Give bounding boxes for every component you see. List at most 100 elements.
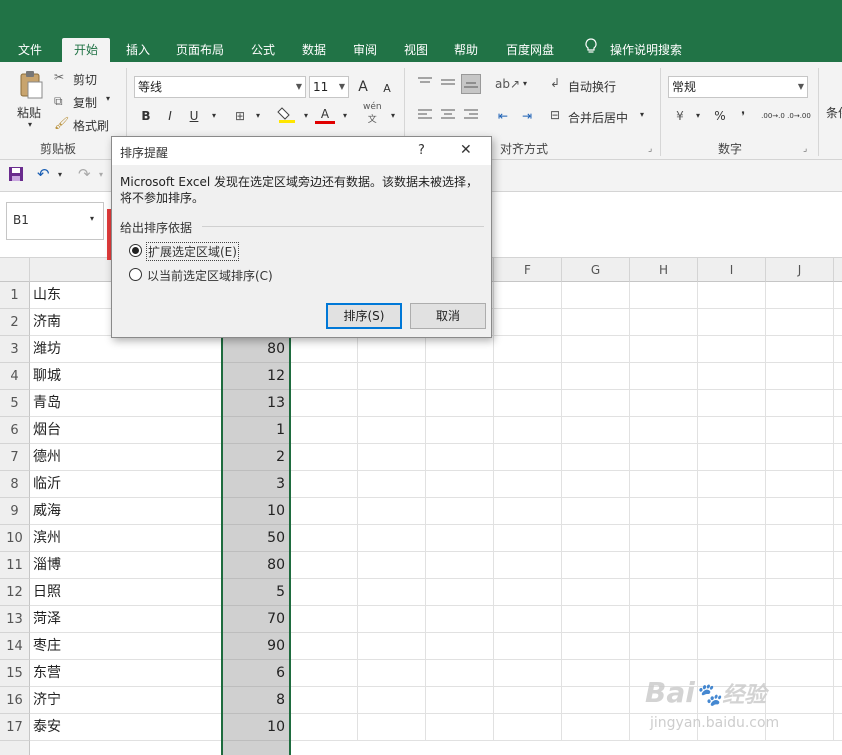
column-header-i[interactable]: I [698,258,766,282]
empty-cell[interactable] [630,390,698,417]
empty-cell[interactable] [834,687,842,714]
cell-city[interactable]: 烟台 [30,417,222,444]
currency-icon[interactable]: ¥ [670,106,690,126]
increase-decimal-button[interactable]: .00→.0 [760,106,786,126]
empty-cell[interactable] [562,390,630,417]
column-header-h[interactable]: H [630,258,698,282]
empty-cell[interactable] [630,552,698,579]
empty-cell[interactable] [698,552,766,579]
chevron-down-icon[interactable]: ▾ [248,106,268,126]
empty-cell[interactable] [834,579,842,606]
cell-city[interactable]: 枣庄 [30,633,222,660]
empty-cell[interactable] [358,444,426,471]
align-left-icon[interactable] [415,106,435,126]
row-header[interactable]: 12 [0,579,30,606]
empty-cell[interactable] [834,525,842,552]
fill-color-icon[interactable] [277,104,297,124]
tab-insert[interactable]: 插入 [118,38,158,62]
empty-cell[interactable] [698,390,766,417]
empty-cell[interactable] [698,498,766,525]
font-name-select[interactable]: 等线 ▼ [134,76,306,98]
row-header[interactable]: 4 [0,363,30,390]
empty-cell[interactable] [290,336,358,363]
empty-cell[interactable] [766,633,834,660]
empty-cell[interactable] [494,579,562,606]
empty-cell[interactable] [290,498,358,525]
empty-cell[interactable] [630,471,698,498]
empty-cell[interactable] [766,552,834,579]
empty-cell[interactable] [834,363,842,390]
empty-cell[interactable] [494,417,562,444]
empty-cell[interactable] [834,390,842,417]
chevron-down-icon[interactable]: ▾ [90,214,94,223]
cell-value[interactable]: 10 [222,498,290,525]
cell-city[interactable]: 潍坊 [30,336,222,363]
empty-cell[interactable] [562,417,630,444]
chevron-down-icon[interactable]: ▾ [515,74,535,94]
empty-cell[interactable] [630,579,698,606]
empty-cell[interactable] [630,309,698,336]
percent-button[interactable]: % [710,106,730,126]
cell-city[interactable]: 泰安 [30,714,222,741]
row-header[interactable]: 8 [0,471,30,498]
empty-cell[interactable] [426,444,494,471]
empty-cell[interactable] [426,336,494,363]
empty-cell[interactable] [358,660,426,687]
empty-cell[interactable] [562,444,630,471]
cell-city[interactable]: 东营 [30,660,222,687]
cell-value[interactable]: 10 [222,714,290,741]
empty-cell[interactable] [630,633,698,660]
empty-cell[interactable] [698,336,766,363]
close-button[interactable]: ✕ [460,142,472,158]
row-header[interactable]: 1 [0,282,30,309]
empty-cell[interactable] [834,498,842,525]
empty-cell[interactable] [426,471,494,498]
empty-cell[interactable] [494,660,562,687]
empty-cell[interactable] [494,687,562,714]
empty-cell[interactable] [766,471,834,498]
shrink-font-button[interactable]: A [377,79,397,99]
cell-value[interactable]: 13 [222,390,290,417]
orientation-icon[interactable]: ab↗ [495,74,520,94]
row-header[interactable]: 13 [0,606,30,633]
save-icon[interactable] [8,166,24,185]
row-header[interactable]: 9 [0,498,30,525]
empty-cell[interactable] [562,525,630,552]
cell-value[interactable]: 1 [222,417,290,444]
cell-city[interactable]: 淄博 [30,552,222,579]
empty-cell[interactable] [290,579,358,606]
empty-cell[interactable] [834,606,842,633]
empty-cell[interactable] [562,660,630,687]
font-color-button[interactable]: A [315,104,335,124]
cell-city[interactable]: 聊城 [30,363,222,390]
number-format-select[interactable]: 常规 ▼ [668,76,808,98]
empty-cell[interactable] [834,309,842,336]
italic-button[interactable]: I [160,106,180,126]
cell-value[interactable]: 70 [222,606,290,633]
expand-selection-radio[interactable] [129,244,142,257]
empty-cell[interactable] [358,552,426,579]
chevron-down-icon[interactable]: ▾ [58,170,62,179]
empty-cell[interactable] [358,525,426,552]
empty-cell[interactable] [698,282,766,309]
redo-icon[interactable]: ↷ [78,165,91,183]
cut-button[interactable]: 剪切 [73,71,97,88]
empty-cell[interactable] [766,390,834,417]
empty-cell[interactable] [630,336,698,363]
tab-file[interactable]: 文件 [10,38,50,62]
cell-value[interactable]: 80 [222,552,290,579]
empty-cell[interactable] [494,633,562,660]
empty-cell[interactable] [630,282,698,309]
empty-cell[interactable] [290,471,358,498]
cell-value[interactable] [222,741,290,755]
grow-font-button[interactable]: A [353,77,373,97]
cell-city[interactable]: 菏泽 [30,606,222,633]
empty-cell[interactable] [426,633,494,660]
empty-cell[interactable] [426,606,494,633]
empty-cell[interactable] [698,525,766,552]
empty-cell[interactable] [358,579,426,606]
cell-city[interactable]: 济宁 [30,687,222,714]
empty-cell[interactable] [562,606,630,633]
empty-cell[interactable] [290,687,358,714]
cell-city[interactable]: 威海 [30,498,222,525]
